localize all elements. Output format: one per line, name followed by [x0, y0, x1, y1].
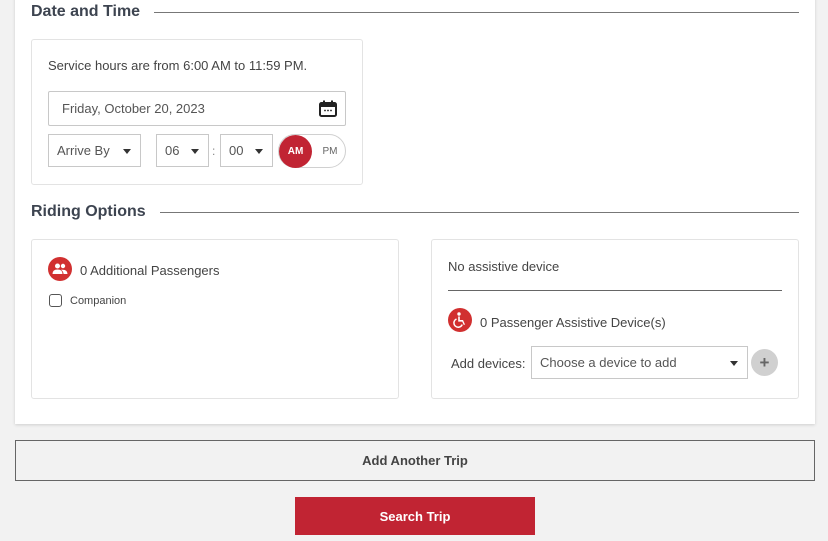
riding-options-title: Riding Options [31, 203, 146, 220]
minute-value: 00 [229, 143, 244, 158]
riding-options-section-header: Riding Options [31, 203, 799, 221]
date-time-section-header: Date and Time [31, 3, 799, 21]
device-select-value: Choose a device to add [540, 355, 677, 370]
date-value: Friday, October 20, 2023 [62, 101, 205, 116]
hour-select[interactable]: 06 [156, 134, 209, 167]
chevron-down-icon [123, 149, 131, 154]
time-separator: : [212, 144, 216, 158]
device-select[interactable]: Choose a device to add [531, 346, 748, 379]
date-time-title: Date and Time [31, 3, 141, 20]
chevron-down-icon [730, 361, 738, 366]
current-device-text: No assistive device [448, 259, 560, 274]
pm-button[interactable]: PM [317, 135, 343, 168]
companion-label[interactable]: Companion [70, 295, 126, 307]
arrive-mode-select[interactable]: Arrive By [48, 134, 141, 167]
passengers-card: 0 Additional Passengers Companion [31, 239, 399, 399]
section-divider [159, 211, 799, 213]
device-divider [448, 290, 782, 291]
additional-passengers-label: 0 Additional Passengers [80, 263, 220, 278]
chevron-down-icon [191, 149, 199, 154]
arrive-mode-value: Arrive By [57, 143, 110, 158]
am-pm-toggle: AM PM [278, 134, 346, 168]
assistive-device-count: 0 Passenger Assistive Device(s) [480, 315, 666, 330]
date-input[interactable]: Friday, October 20, 2023 [48, 91, 346, 126]
chevron-down-icon [255, 149, 263, 154]
add-devices-label: Add devices: [451, 356, 526, 371]
date-time-card: Service hours are from 6:00 AM to 11:59 … [31, 39, 363, 185]
wheelchair-icon [448, 308, 472, 332]
calendar-icon[interactable] [319, 100, 337, 117]
search-trip-button[interactable]: Search Trip [295, 497, 535, 535]
add-device-button[interactable]: + [751, 349, 778, 376]
users-icon [48, 257, 72, 281]
assistive-devices-card: No assistive device 0 Passenger Assistiv… [431, 239, 799, 399]
plus-icon: + [759, 352, 770, 372]
section-divider [154, 11, 799, 13]
companion-checkbox[interactable] [49, 294, 62, 307]
service-hours-text: Service hours are from 6:00 AM to 11:59 … [48, 58, 308, 73]
add-another-trip-button[interactable]: Add Another Trip [15, 440, 815, 481]
am-button[interactable]: AM [279, 135, 312, 168]
hour-value: 06 [165, 143, 180, 158]
minute-select[interactable]: 00 [220, 134, 273, 167]
